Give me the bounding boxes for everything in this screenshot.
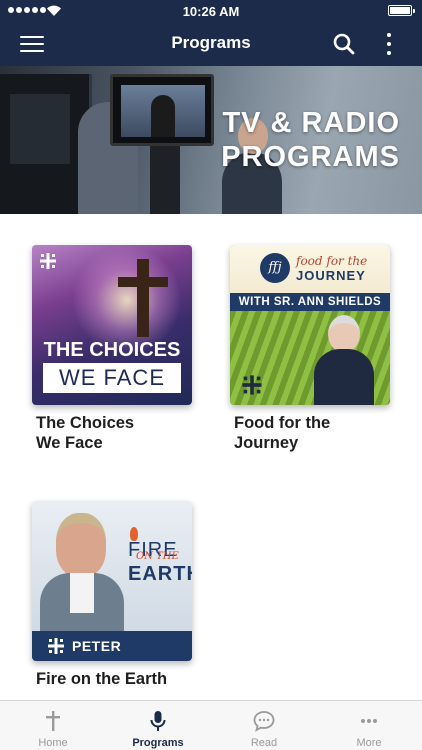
tab-programs[interactable]: Programs — [105, 701, 211, 750]
hero-title: TV & RADIO PROGRAMS — [221, 107, 400, 173]
artwork-title-box: WE FACE — [43, 363, 181, 393]
hero-banner: TV & RADIO PROGRAMS — [0, 66, 422, 214]
tab-home[interactable]: Home — [0, 701, 106, 750]
program-title[interactable]: Fire on the Earth — [36, 669, 216, 689]
jerusalem-cross-icon — [48, 638, 64, 654]
tab-label: Programs — [132, 737, 184, 749]
artwork-logo-on: ON THE — [136, 551, 179, 562]
artwork-logo-top: food for the — [296, 254, 368, 268]
crucifix-icon — [137, 259, 149, 337]
hero-camera-monitor — [110, 74, 214, 146]
tab-more[interactable]: More — [316, 701, 422, 750]
ellipsis-icon — [361, 719, 377, 723]
artwork-host-strip: WITH SR. ANN SHIELDS — [230, 293, 390, 311]
host-photo — [314, 315, 374, 405]
program-title[interactable]: Food for the Journey — [234, 413, 334, 453]
search-icon[interactable] — [333, 33, 355, 55]
microphone-icon — [150, 711, 166, 731]
tab-label: More — [356, 737, 382, 749]
tab-label: Home — [38, 737, 68, 749]
program-artwork[interactable]: FIRE ON THE EARTH PETER HERBECK — [32, 501, 192, 661]
program-title[interactable]: The Choices We Face — [36, 413, 146, 453]
more-options-icon[interactable] — [383, 32, 395, 56]
program-artwork[interactable]: THE CHOICES WE FACE — [32, 245, 192, 405]
cross-icon — [46, 711, 60, 731]
tab-bar: Home Programs Read More — [0, 700, 422, 750]
program-artwork[interactable]: ffj food for the JOURNEY WITH SR. ANN SH… — [230, 245, 390, 405]
artwork-host-name: PETER HERBECK — [72, 638, 122, 654]
artwork-logo-earth: EARTH — [128, 563, 192, 585]
tab-label: Read — [250, 737, 278, 749]
jerusalem-cross-icon — [242, 375, 262, 395]
artwork-host-strip: PETER HERBECK — [32, 631, 192, 661]
chat-bubble-icon — [253, 711, 275, 732]
tab-read[interactable]: Read — [211, 701, 317, 750]
jerusalem-cross-icon — [40, 253, 56, 269]
nav-bar: Programs — [0, 22, 422, 66]
host-photo — [40, 513, 124, 631]
artwork-title-top: THE CHOICES — [43, 339, 181, 361]
status-bar: 10:26 AM — [0, 0, 422, 22]
page-title: Programs — [171, 33, 251, 52]
artwork-logo-bottom: JOURNEY — [296, 268, 366, 283]
ffj-logo: ffj — [260, 253, 290, 283]
status-time: 10:26 AM — [182, 4, 240, 19]
battery-icon — [388, 5, 415, 16]
